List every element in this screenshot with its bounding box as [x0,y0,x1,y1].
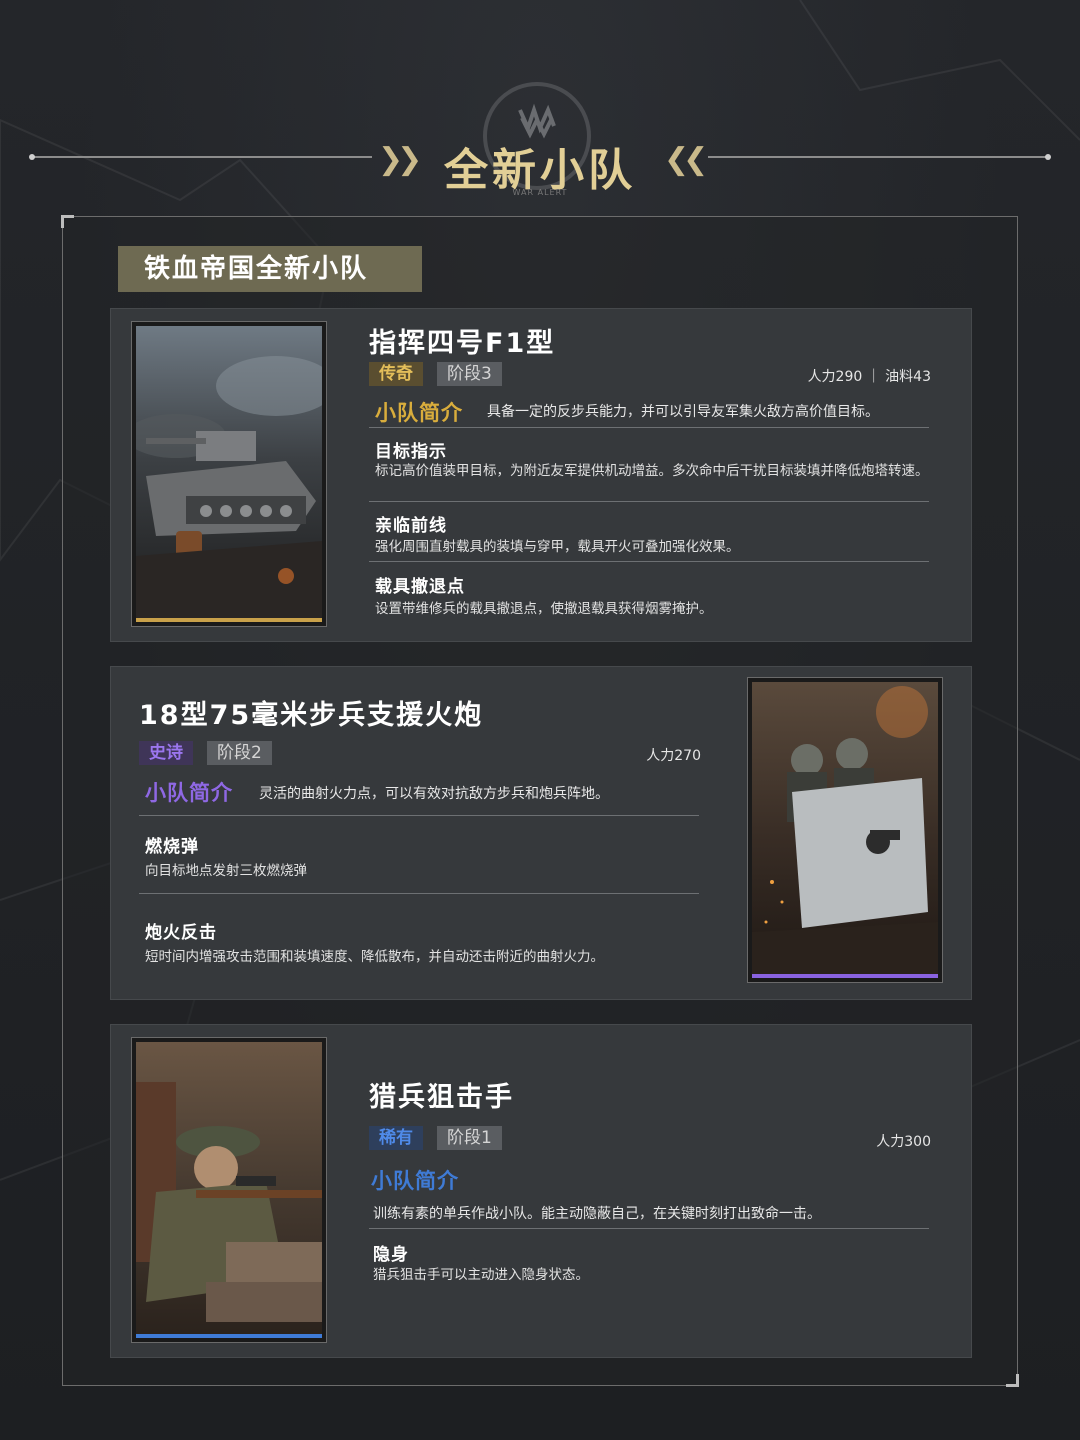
unit-cost: 人力290 ｜ 油料43 [807,369,931,385]
skill-desc: 设置带维修兵的载具撤退点，使撤退载具获得烟雾掩护。 [375,601,713,617]
intro-text: 训练有素的单兵作战小队。能主动隐蔽自己，在关键时刻打出致命一击。 [373,1206,821,1222]
tank-image [136,326,322,622]
page-header: ❯❯ ❮❮ 全新小队 WAR ALERT [0,70,1080,210]
artillery-image [752,682,938,978]
intro-label: 小队简介 [145,781,233,805]
intro-text: 灵活的曲射火力点，可以有效对抗敌方步兵和炮兵阵地。 [259,786,609,802]
unit-cost: 人力270 [646,748,701,764]
unit-name: 18型75毫米步兵支援火炮 [139,700,484,731]
frame-corner [1006,1374,1019,1387]
stage-badge: 阶段2 [207,741,272,765]
unit-portrait-frame [131,321,327,627]
unit-portrait-frame [131,1037,327,1343]
tank-illustration [136,326,322,622]
divider [139,893,699,894]
intro-text: 具备一定的反步兵能力，并可以引导友军集火敌方高价值目标。 [487,404,879,420]
divider [369,501,929,502]
skill-name: 载具撤退点 [375,577,465,597]
unit-portrait-frame [747,677,943,983]
rarity-badge-legendary: 传奇 [369,362,423,386]
unit-cost: 人力300 [876,1134,931,1150]
divider [369,561,929,562]
unit-card-command-panzer: 指挥四号F1型 传奇 阶段3 人力290 ｜ 油料43 小队简介 具备一定的反步… [110,308,972,642]
artillery-crew-illustration [752,682,938,978]
unit-card-infantry-gun: 18型75毫米步兵支援火炮 史诗 阶段2 人力270 小队简介 灵活的曲射火力点… [110,666,972,1000]
skill-desc: 猎兵狙击手可以主动进入隐身状态。 [373,1267,589,1283]
skill-desc: 强化周围直射载具的装填与穿甲，载具开火可叠加强化效果。 [375,539,740,555]
sniper-image [136,1042,322,1338]
frame-corner [61,215,74,228]
sniper-illustration [136,1042,322,1338]
divider [369,1228,929,1229]
skill-desc: 标记高价值装甲目标，为附近友军提供机动增益。多次命中后干扰目标装填并降低炮塔转速… [375,463,929,479]
intro-label: 小队简介 [371,1169,459,1193]
skill-desc: 短时间内增强攻击范围和装填速度、降低散布，并自动还击附近的曲射火力。 [145,949,604,965]
divider [139,815,699,816]
rarity-badge-epic: 史诗 [139,741,193,765]
unit-card-sniper: 猎兵狙击手 稀有 阶段1 人力300 小队简介 训练有素的单兵作战小队。能主动隐… [110,1024,972,1358]
unit-name: 猎兵狙击手 [369,1082,514,1113]
section-title: 铁血帝国全新小队 [118,246,422,292]
rarity-bar-rare [136,1334,322,1338]
skill-desc: 向目标地点发射三枚燃烧弹 [145,863,307,879]
stage-badge: 阶段1 [437,1126,502,1150]
rarity-bar-legendary [136,618,322,622]
rarity-badge-rare: 稀有 [369,1126,423,1150]
divider [369,427,929,428]
skill-name: 炮火反击 [145,923,217,943]
unit-name: 指挥四号F1型 [369,328,556,359]
emblem-tag: WAR ALERT [512,188,568,197]
skill-name: 隐身 [373,1245,409,1265]
rarity-bar-epic [752,974,938,978]
stage-badge: 阶段3 [437,362,502,386]
intro-label: 小队简介 [375,401,463,425]
skill-name: 燃烧弹 [145,837,199,857]
skill-name: 目标指示 [375,442,447,462]
skill-name: 亲临前线 [375,516,447,536]
